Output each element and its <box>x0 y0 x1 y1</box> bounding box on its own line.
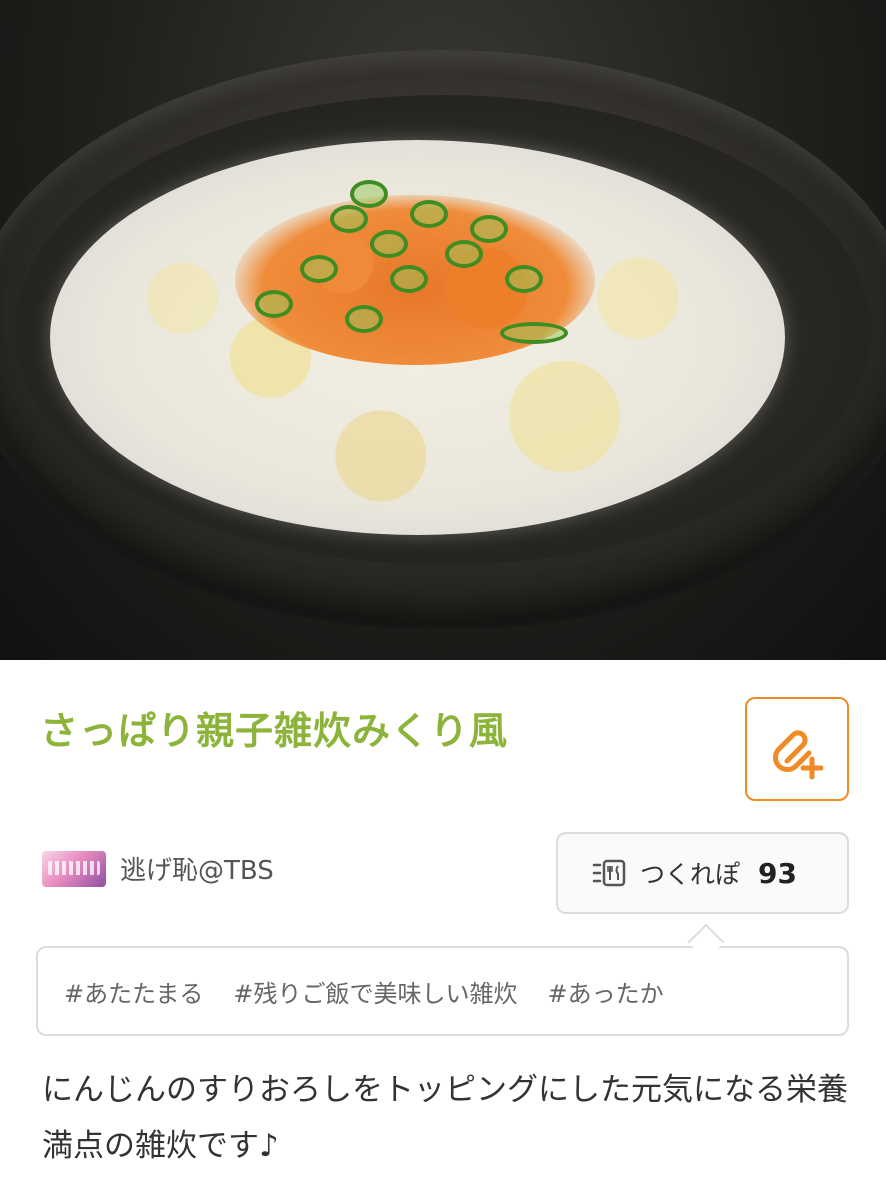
avatar <box>42 850 106 887</box>
scallion-topping <box>500 322 568 344</box>
scallion-topping <box>445 240 483 268</box>
scallion-topping <box>370 230 408 258</box>
scallion-topping <box>470 215 508 243</box>
recipe-photo <box>0 0 886 660</box>
scallion-topping <box>255 290 293 318</box>
scallion-topping <box>390 265 428 293</box>
tsukurepo-label: つくれぽ <box>640 860 741 889</box>
tag-link[interactable]: #あったか <box>548 974 664 1009</box>
author-link[interactable]: 逃げ恥@TBS <box>42 850 274 887</box>
paperclip-plus-icon <box>773 730 824 780</box>
save-recipe-button[interactable] <box>745 697 849 801</box>
scallion-topping <box>330 205 368 233</box>
tag-link[interactable]: #あたたまる <box>64 974 203 1009</box>
scallion-topping <box>410 200 448 228</box>
tags-box: #あたたまる #残りご飯で美味しい雑炊 #あったか <box>36 946 849 1036</box>
tsukurepo-icon <box>592 859 626 887</box>
recipe-description: にんじんのすりおろしをトッピングにした元気になる栄養満点の雑炊です♪ <box>42 1072 848 1164</box>
tag-link[interactable]: #残りご飯で美味しい雑炊 <box>233 974 517 1009</box>
scallion-topping <box>505 265 543 293</box>
scallion-topping <box>345 305 383 333</box>
scallion-topping <box>300 255 338 283</box>
author-name: 逃げ恥@TBS <box>120 856 274 886</box>
recipe-title: さっぱり親子雑炊みくり風 <box>40 709 509 753</box>
tsukurepo-button[interactable]: つくれぽ 93 <box>556 832 849 914</box>
scallion-topping <box>350 180 388 208</box>
tsukurepo-count: 93 <box>758 856 797 890</box>
